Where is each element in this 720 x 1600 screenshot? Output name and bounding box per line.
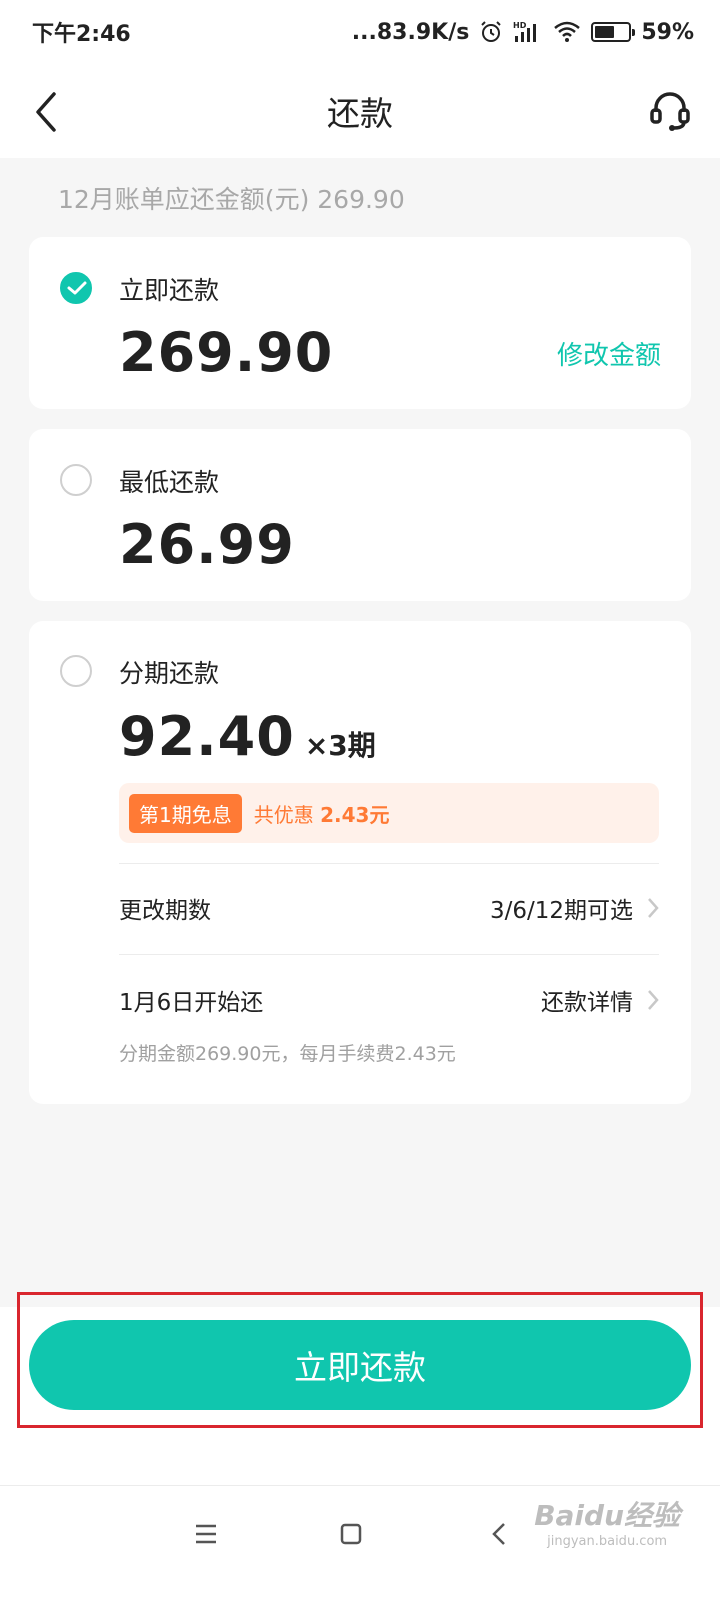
repay-details-label: 还款详情 [541,990,633,1016]
status-icons: ...83.9K/s HD 59% [352,20,694,45]
installment-terms: ×3期 [304,729,376,762]
headset-icon[interactable] [646,86,694,134]
hd-signal-icon: HD [513,21,537,42]
network-speed: ...83.9K/s [351,19,470,45]
radio-selected-icon[interactable] [60,272,92,304]
option-label: 立即还款 [119,276,220,305]
installment-note: 分期金额269.90元，每月手续费2.43元 [119,1043,456,1065]
option-amount: 269.90 [119,321,334,384]
option-amount: 92.40 [119,705,295,768]
promo-banner: 第1期免息 共优惠 2.43元 [119,783,659,843]
status-bar: 下午2:46 ...83.9K/s HD 59% [0,0,720,64]
edit-amount-link[interactable]: 修改金额 [557,335,661,372]
promo-tag: 第1期免息 [129,793,242,833]
divider [119,863,659,864]
alarm-icon [481,21,502,42]
installment-amount-row: 92.40 ×3期 [119,705,376,768]
back-icon[interactable] [26,88,66,136]
header: 还款 [0,64,720,158]
repay-start-row[interactable]: 1月6日开始还 还款详情 [119,980,659,1020]
option-minimum-card[interactable]: 最低还款 26.99 [29,429,691,601]
battery-icon [591,22,636,42]
option-pay-now-card[interactable]: 立即还款 269.90 修改金额 [29,237,691,409]
page-title: 还款 [327,94,393,133]
repay-details-link[interactable]: 还款详情 [541,983,659,1017]
check-icon [67,281,87,295]
promo-text: 共优惠 2.43元 [254,799,390,828]
svg-text:HD: HD [513,21,527,30]
change-terms-row[interactable]: 更改期数 3/6/12期可选 [119,888,659,928]
option-label: 最低还款 [119,468,220,497]
change-terms-value: 3/6/12期可选 [489,898,633,924]
promo-value: 2.43元 [320,802,390,827]
battery-percent: 59% [641,19,694,45]
option-amount: 26.99 [119,513,295,576]
bill-summary: 12月账单应还金额(元) 269.90 [58,185,405,214]
battery-level [595,26,615,38]
pay-now-button[interactable]: 立即还款 [29,1320,691,1410]
home-icon[interactable] [331,1514,371,1554]
back-nav-icon[interactable] [480,1514,520,1554]
radio-unselected-icon[interactable] [60,464,92,496]
status-time: 下午2:46 [32,22,131,47]
menu-icon[interactable] [186,1514,226,1554]
watermark-sub: jingyan.baidu.com [547,1534,668,1549]
divider [119,954,659,955]
repay-start-label: 1月6日开始还 [119,990,264,1016]
promo-label: 共优惠 [253,802,321,827]
change-terms-label: 更改期数 [119,898,211,924]
watermark-logo: Baidu经验 jingyan.baidu.com [534,1494,680,1549]
chevron-right-icon [648,898,659,918]
system-nav-bar: Baidu经验 jingyan.baidu.com [0,1485,720,1600]
radio-unselected-icon[interactable] [60,655,92,687]
footer: 立即还款 [0,1307,720,1485]
watermark-main: Baidu经验 [534,1499,680,1532]
option-label: 分期还款 [119,659,220,688]
option-installment-card[interactable]: 分期还款 92.40 ×3期 第1期免息 共优惠 2.43元 更改期数 3/6/… [29,621,691,1104]
chevron-right-icon [648,990,659,1010]
change-terms-value-group: 3/6/12期可选 [490,891,659,925]
wifi-icon [554,21,581,42]
